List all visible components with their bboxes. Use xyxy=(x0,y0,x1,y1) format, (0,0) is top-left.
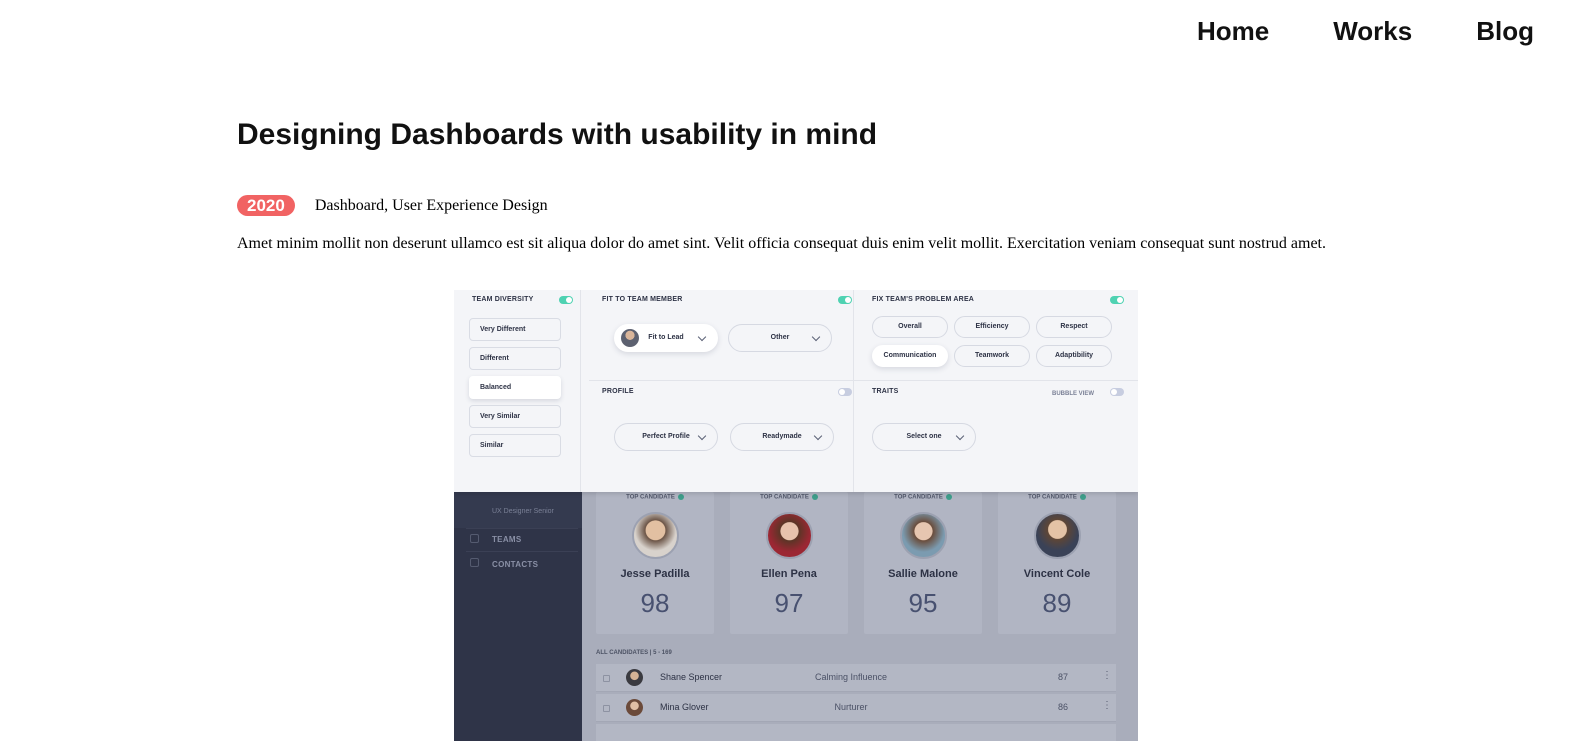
candidate-score: 89 xyxy=(1042,588,1072,618)
article-tags: Dashboard, User Experience Design xyxy=(314,196,548,214)
traits-title: TRAITS xyxy=(872,388,899,395)
divider xyxy=(853,290,854,492)
option-very-different[interactable]: Very Different xyxy=(469,318,561,341)
table-row: Shane Spencer Calming Influence 87 ⋮ xyxy=(596,664,1116,692)
candidate-name: Ellen Pena xyxy=(761,568,817,580)
candidate-card: TOP CANDIDATE Jesse Padilla 98 xyxy=(596,492,714,634)
row-checkbox xyxy=(603,675,610,682)
candidate-name: Sallie Malone xyxy=(888,568,958,580)
check-icon xyxy=(811,494,818,500)
top-candidate-label: TOP CANDIDATE xyxy=(998,494,1116,501)
sidebar-item-contacts: CONTACTS xyxy=(492,560,539,569)
candidate-score: 98 xyxy=(640,588,670,618)
pill-adaptibility[interactable]: Adaptibility xyxy=(1036,345,1112,367)
row-trait: Nurturer xyxy=(834,702,868,712)
dashboard-sidebar: UX Designer Senior TEAMS CONTACTS xyxy=(454,492,582,741)
nav-home-link[interactable]: Home xyxy=(1197,16,1269,47)
row-score: 87 xyxy=(1058,672,1069,682)
profile-title: PROFILE xyxy=(602,388,634,395)
check-icon xyxy=(677,494,684,500)
top-candidate-label: TOP CANDIDATE xyxy=(596,494,714,501)
dashboard-lower: UX Designer Senior TEAMS CONTACTS TOP CA… xyxy=(454,492,1138,741)
problem-area-toggle[interactable] xyxy=(1110,296,1124,304)
option-balanced[interactable]: Balanced xyxy=(469,376,561,399)
candidate-card: TOP CANDIDATE Ellen Pena 97 xyxy=(730,492,848,634)
fit-to-team-title: FIT TO TEAM MEMBER xyxy=(602,296,683,303)
pill-communication[interactable]: Communication xyxy=(872,345,948,367)
avatar xyxy=(1034,512,1081,559)
problem-area-title: FIX TEAM'S PROBLEM AREA xyxy=(872,296,975,303)
row-trait: Calming Influence xyxy=(814,672,888,682)
avatar xyxy=(766,512,813,559)
article-description: Amet minim mollit non deserunt ullamco e… xyxy=(237,235,1326,252)
row-name: Mina Glover xyxy=(660,702,709,712)
pill-respect[interactable]: Respect xyxy=(1036,316,1112,338)
avatar xyxy=(626,669,643,686)
avatar xyxy=(900,512,947,559)
option-very-similar[interactable]: Very Similar xyxy=(469,405,561,428)
check-icon xyxy=(1079,494,1086,500)
check-icon xyxy=(945,494,952,500)
fit-to-lead-dropdown[interactable]: Fit to Lead xyxy=(614,324,718,352)
divider xyxy=(589,380,1138,381)
article-meta: 2020 Dashboard, User Experience Design xyxy=(237,195,548,216)
option-different[interactable]: Different xyxy=(469,347,561,370)
nav-blog-link[interactable]: Blog xyxy=(1476,16,1534,47)
dashboard-screenshot: UX Designer Senior TEAMS CONTACTS TOP CA… xyxy=(454,290,1138,741)
contacts-icon xyxy=(470,558,479,567)
sidebar-role: UX Designer Senior xyxy=(492,508,554,515)
readymade-dropdown[interactable]: Readymade xyxy=(730,423,834,451)
year-badge: 2020 xyxy=(237,195,295,216)
pill-efficiency[interactable]: Efficiency xyxy=(954,316,1030,338)
other-dropdown[interactable]: Other xyxy=(728,324,832,352)
row-name: Shane Spencer xyxy=(660,672,723,682)
candidate-card: TOP CANDIDATE Sallie Malone 95 xyxy=(864,492,982,634)
bubble-view-label: BUBBLE VIEW xyxy=(1052,391,1094,397)
pill-overall[interactable]: Overall xyxy=(872,316,948,338)
sidebar-divider xyxy=(466,528,578,529)
all-candidates-label: ALL CANDIDATES | 5 - 169 xyxy=(596,650,672,656)
more-icon: ⋮ xyxy=(1102,700,1112,711)
row-score: 86 xyxy=(1058,702,1069,712)
top-candidate-label: TOP CANDIDATE xyxy=(730,494,848,501)
table-row: Mina Glover Nurturer 86 ⋮ xyxy=(596,694,1116,722)
team-diversity-title: TEAM DIVERSITY xyxy=(472,296,534,303)
filter-panel: TEAM DIVERSITY Very Different Different … xyxy=(454,290,1138,492)
top-candidate-label: TOP CANDIDATE xyxy=(864,494,982,501)
nav-works-link[interactable]: Works xyxy=(1333,16,1412,47)
table-row xyxy=(596,724,1116,741)
option-similar[interactable]: Similar xyxy=(469,434,561,457)
candidate-card: TOP CANDIDATE Vincent Cole 89 xyxy=(998,492,1116,634)
candidate-score: 95 xyxy=(908,588,938,618)
perfect-profile-dropdown[interactable]: Perfect Profile xyxy=(614,423,718,451)
more-icon: ⋮ xyxy=(1102,670,1112,681)
sidebar-item-teams: TEAMS xyxy=(492,535,522,544)
candidate-name: Vincent Cole xyxy=(1023,568,1091,580)
avatar xyxy=(626,699,643,716)
fit-to-team-toggle[interactable] xyxy=(838,296,852,304)
row-checkbox xyxy=(603,705,610,712)
top-nav: Home Works Blog xyxy=(1197,16,1534,47)
teams-icon xyxy=(470,534,479,543)
sidebar-divider xyxy=(466,551,578,552)
profile-toggle[interactable] xyxy=(838,388,852,396)
page-title: Designing Dashboards with usability in m… xyxy=(237,118,878,151)
candidate-score: 97 xyxy=(774,588,804,618)
avatar xyxy=(632,512,679,559)
bubble-view-toggle[interactable] xyxy=(1110,388,1124,396)
divider xyxy=(580,290,581,492)
candidate-name: Jesse Padilla xyxy=(620,568,690,580)
team-diversity-toggle[interactable] xyxy=(559,296,573,304)
pill-teamwork[interactable]: Teamwork xyxy=(954,345,1030,367)
traits-dropdown[interactable]: Select one xyxy=(872,423,976,451)
